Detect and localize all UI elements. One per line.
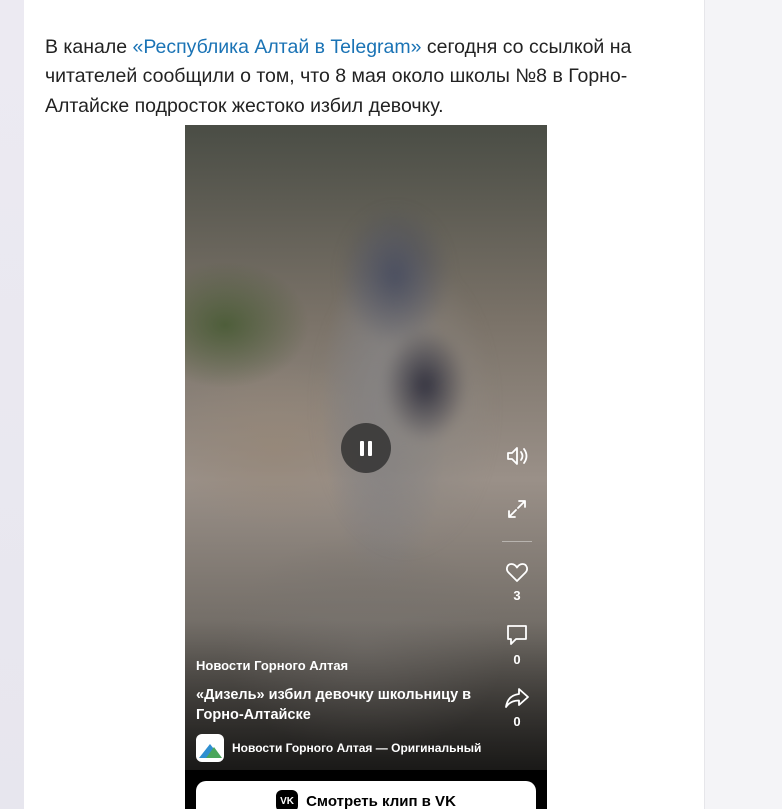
blurred-figure bbox=[285, 155, 525, 635]
heart-icon bbox=[506, 563, 528, 582]
vk-clip-player[interactable]: 3 0 0 Новости Горного Алтая «Дизель» изб… bbox=[185, 125, 547, 809]
shares-count: 0 bbox=[513, 714, 521, 729]
fullscreen-button[interactable] bbox=[502, 497, 532, 521]
article-paragraph: В канале «Республика Алтай в Telegram» с… bbox=[45, 33, 685, 122]
watch-in-vk-button[interactable]: VK Смотреть клип в VK bbox=[196, 781, 536, 809]
volume-button[interactable] bbox=[502, 443, 532, 469]
volume-icon bbox=[507, 447, 528, 465]
watch-in-vk-label: Смотреть клип в VK bbox=[306, 792, 456, 809]
pause-icon-bar bbox=[368, 440, 372, 456]
vk-logo-icon: VK bbox=[276, 790, 299, 809]
channel-row[interactable]: Новости Горного Алтая — Оригинальный з..… bbox=[196, 734, 496, 762]
pause-icon bbox=[360, 440, 364, 456]
comments-count: 0 bbox=[513, 652, 521, 667]
telegram-channel-link[interactable]: «Республика Алтай в Telegram» bbox=[132, 36, 421, 58]
intro-prefix: В канале bbox=[45, 35, 133, 58]
channel-avatar bbox=[196, 734, 224, 762]
fullscreen-icon bbox=[508, 500, 526, 518]
clip-author[interactable]: Новости Горного Алтая bbox=[196, 657, 486, 675]
comment-icon bbox=[507, 625, 527, 645]
article-body: В канале «Республика Алтай в Telegram» с… bbox=[24, 0, 705, 809]
clip-meta: Новости Горного Алтая «Дизель» избил дев… bbox=[196, 657, 486, 725]
clip-title: «Дизель» избил девочку школьницу в Горно… bbox=[196, 687, 472, 723]
mountain-logo-icon-front bbox=[206, 747, 222, 758]
like-button[interactable]: 3 bbox=[502, 560, 532, 604]
share-button[interactable]: 0 bbox=[502, 686, 532, 730]
comment-button[interactable]: 0 bbox=[502, 622, 532, 668]
channel-name: Новости Горного Алтая — Оригинальный з..… bbox=[232, 741, 482, 755]
share-icon bbox=[505, 688, 529, 708]
controls-divider bbox=[502, 541, 532, 542]
clip-side-controls: 3 0 0 bbox=[500, 443, 534, 730]
left-gutter bbox=[0, 0, 24, 809]
likes-count: 3 bbox=[513, 588, 521, 603]
pause-button[interactable] bbox=[341, 423, 391, 473]
